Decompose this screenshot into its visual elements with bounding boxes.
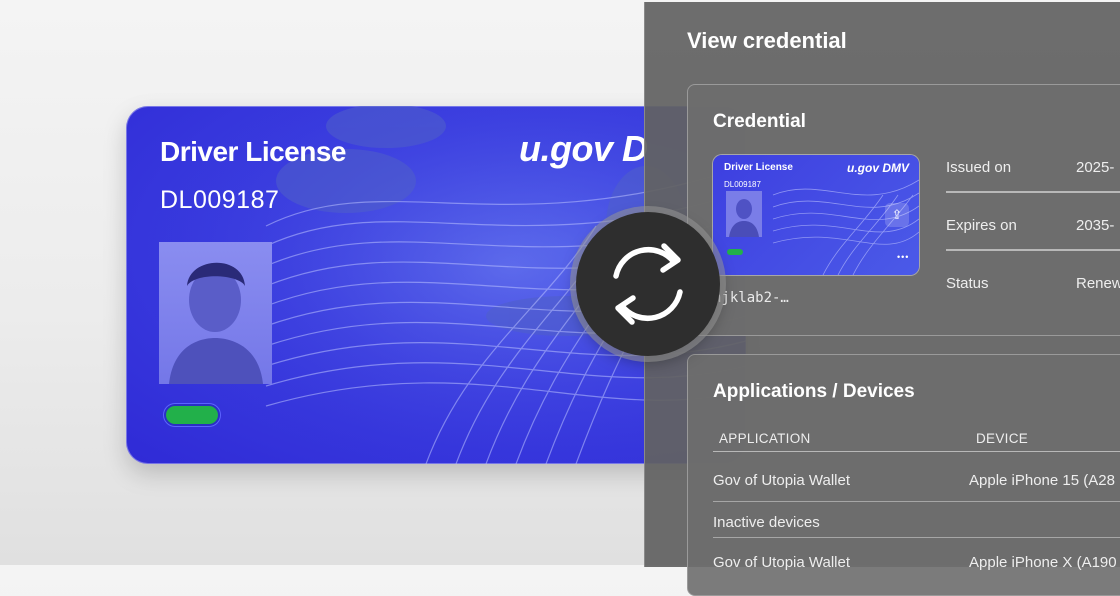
issued-on-label: Issued on <box>946 159 1012 176</box>
applications-section: Applications / Devices APPLICATION DEVIC… <box>687 354 1120 596</box>
credential-section-title: Credential <box>713 111 806 132</box>
divider <box>946 249 1120 251</box>
mini-card-number: DL009187 <box>724 180 761 189</box>
portrait-photo <box>159 242 272 384</box>
inactive-devices-label: Inactive devices <box>713 514 820 531</box>
credential-section: Credential Driver License u.gov DMV DL00… <box>687 84 1120 336</box>
sync-icon <box>613 243 683 325</box>
credential-id: njklab2-… <box>713 290 789 306</box>
share-icon[interactable]: ⇪ <box>885 203 909 227</box>
device-column-header[interactable]: DEVICE <box>976 431 1028 446</box>
header-divider <box>713 451 1120 452</box>
expires-on-label: Expires on <box>946 217 1017 234</box>
more-icon[interactable]: ••• <box>897 252 909 262</box>
row-divider <box>713 501 1120 502</box>
status-row: Status Renew <box>946 275 1120 333</box>
expires-on-value: 2035- <box>1076 217 1115 234</box>
card-number: DL009187 <box>160 186 280 214</box>
application-column-header[interactable]: APPLICATION <box>719 431 811 446</box>
expires-on-row: Expires on 2035- <box>946 217 1120 275</box>
status-pill <box>166 406 218 424</box>
issued-on-row: Issued on 2025- <box>946 159 1120 217</box>
sync-button[interactable] <box>576 212 720 356</box>
mini-card-brand: u.gov DMV <box>847 161 909 175</box>
issued-on-value: 2025- <box>1076 159 1115 176</box>
card-title: Driver License <box>160 136 347 167</box>
applications-section-title: Applications / Devices <box>713 381 915 402</box>
mini-status-pill <box>727 249 743 255</box>
table-row-device[interactable]: Apple iPhone 15 (A28 <box>969 472 1115 489</box>
credential-thumbnail[interactable]: Driver License u.gov DMV DL009187 ⇪ ••• <box>713 155 919 275</box>
panel-title: View credential <box>687 28 847 53</box>
inactive-row-device[interactable]: Apple iPhone X (A190 <box>969 554 1117 571</box>
mini-portrait-icon <box>729 199 759 237</box>
row-divider <box>713 537 1120 538</box>
status-label: Status <box>946 275 989 292</box>
card-brand-logo: u.gov D <box>519 128 648 169</box>
mini-card-title: Driver License <box>724 162 793 173</box>
inactive-row-application[interactable]: Gov of Utopia Wallet <box>713 554 850 571</box>
portrait-icon <box>169 262 263 384</box>
mini-portrait <box>726 191 762 237</box>
table-row-application[interactable]: Gov of Utopia Wallet <box>713 472 850 489</box>
status-value: Renew <box>1076 275 1120 292</box>
divider <box>946 191 1120 193</box>
